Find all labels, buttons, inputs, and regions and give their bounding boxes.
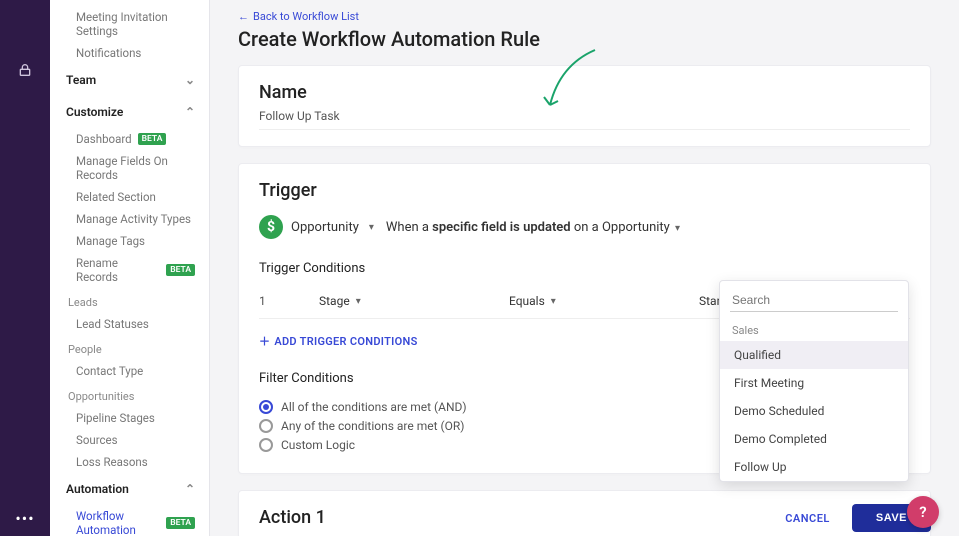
- value-dropdown: Sales Qualified First Meeting Demo Sched…: [719, 280, 909, 482]
- dropdown-group-label: Sales: [720, 318, 908, 341]
- sidebar-section-automation[interactable]: Automation ⌃: [50, 473, 209, 505]
- sidebar-item-manage-tags[interactable]: Manage Tags: [50, 230, 209, 252]
- cancel-button[interactable]: CANCEL: [785, 512, 830, 525]
- beta-badge: BETA: [166, 517, 195, 529]
- radio-icon: [259, 419, 273, 433]
- sidebar-item-contact-type[interactable]: Contact Type: [50, 360, 209, 382]
- more-icon[interactable]: •••: [15, 509, 34, 528]
- sentence-bold: specific field is updated: [432, 220, 570, 235]
- sidebar-head-label: Customize: [66, 105, 123, 119]
- sidebar-item-notifications[interactable]: Notifications: [50, 42, 209, 64]
- dropdown-item-follow-up[interactable]: Follow Up: [720, 453, 908, 481]
- sidebar-item-pipeline-stages[interactable]: Pipeline Stages: [50, 407, 209, 429]
- sidebar-item-sources[interactable]: Sources: [50, 429, 209, 451]
- back-link[interactable]: ← Back to Workflow List: [238, 10, 931, 23]
- sidebar-item-related-section[interactable]: Related Section: [50, 186, 209, 208]
- filter-option-label: Any of the conditions are met (OR): [281, 419, 464, 433]
- beta-badge: BETA: [166, 264, 195, 276]
- name-card: Name Follow Up Task: [238, 65, 931, 147]
- radio-selected-icon: [259, 400, 273, 414]
- sidebar-item-manage-fields[interactable]: Manage Fields On Records: [50, 150, 209, 186]
- dropdown-item-first-meeting[interactable]: First Meeting: [720, 369, 908, 397]
- page-title: Create Workflow Automation Rule: [238, 27, 931, 51]
- sidebar-item-meeting-invitation[interactable]: Meeting Invitation Settings: [50, 6, 209, 42]
- dropdown-search-input[interactable]: [730, 289, 898, 312]
- back-link-label: Back to Workflow List: [253, 10, 359, 23]
- record-type-selector[interactable]: $ Opportunity ▾: [259, 215, 374, 239]
- sidebar-head-label: Team: [66, 73, 96, 87]
- chevron-down-icon: ⌄: [185, 73, 195, 87]
- sentence-prefix: When a: [386, 220, 432, 235]
- sidebar-section-customize[interactable]: Customize ⌃: [50, 96, 209, 128]
- sidebar-item-label: Workflow Automation: [76, 509, 160, 536]
- name-value[interactable]: Follow Up Task: [259, 109, 910, 130]
- sidebar-item-workflow-automation[interactable]: Workflow Automation BETA: [50, 505, 209, 536]
- dropdown-search: [730, 289, 898, 312]
- caret-down-icon: ▾: [369, 222, 374, 233]
- sidebar-subhead-people: People: [50, 335, 209, 360]
- filter-option-label: All of the conditions are met (AND): [281, 400, 467, 414]
- condition-field-selector[interactable]: Stage▾: [319, 294, 399, 308]
- beta-badge: BETA: [138, 133, 167, 145]
- chevron-up-icon: ⌃: [185, 482, 195, 496]
- trigger-sentence[interactable]: When a specific field is updated on a Op…: [386, 220, 680, 235]
- sidebar-item-lead-statuses[interactable]: Lead Statuses: [50, 313, 209, 335]
- sidebar-item-label: Dashboard: [76, 132, 132, 146]
- caret-down-icon: ▾: [675, 223, 680, 234]
- lock-icon[interactable]: [15, 60, 35, 80]
- sentence-suffix: on a Opportunity: [571, 220, 670, 235]
- settings-sidebar: Meeting Invitation Settings Notification…: [50, 0, 210, 536]
- sidebar-item-activity-types[interactable]: Manage Activity Types: [50, 208, 209, 230]
- sidebar-section-team[interactable]: Team ⌄: [50, 64, 209, 96]
- sidebar-subhead-leads: Leads: [50, 288, 209, 313]
- dropdown-item-demo-scheduled[interactable]: Demo Scheduled: [720, 397, 908, 425]
- sidebar-item-loss-reasons[interactable]: Loss Reasons: [50, 451, 209, 473]
- condition-operator-selector[interactable]: Equals▾: [509, 294, 589, 308]
- sidebar-head-label: Automation: [66, 482, 129, 496]
- nav-rail: •••: [0, 0, 50, 536]
- record-type-label: Opportunity: [291, 220, 359, 235]
- sidebar-item-label: Rename Records: [76, 256, 160, 284]
- main-content: ← Back to Workflow List Create Workflow …: [210, 0, 959, 536]
- trigger-heading: Trigger: [259, 180, 910, 201]
- sidebar-item-dashboard[interactable]: Dashboard BETA: [50, 128, 209, 150]
- add-trigger-label: ADD TRIGGER CONDITIONS: [274, 335, 417, 348]
- dropdown-item-qualified[interactable]: Qualified: [720, 341, 908, 369]
- caret-down-icon: ▾: [356, 296, 361, 307]
- name-heading: Name: [259, 82, 910, 103]
- plus-icon: ＋: [259, 333, 270, 349]
- caret-down-icon: ▾: [551, 296, 556, 307]
- chevron-up-icon: ⌃: [185, 105, 195, 119]
- help-fab[interactable]: ?: [907, 496, 939, 528]
- opportunity-icon: $: [259, 215, 283, 239]
- sidebar-subhead-opportunities: Opportunities: [50, 382, 209, 407]
- sidebar-item-rename-records[interactable]: Rename Records BETA: [50, 252, 209, 288]
- filter-option-label: Custom Logic: [281, 438, 355, 452]
- trigger-conditions-heading: Trigger Conditions: [259, 261, 910, 276]
- dropdown-item-demo-completed[interactable]: Demo Completed: [720, 425, 908, 453]
- condition-index: 1: [259, 294, 269, 308]
- radio-icon: [259, 438, 273, 452]
- back-arrow-icon: ←: [238, 10, 249, 23]
